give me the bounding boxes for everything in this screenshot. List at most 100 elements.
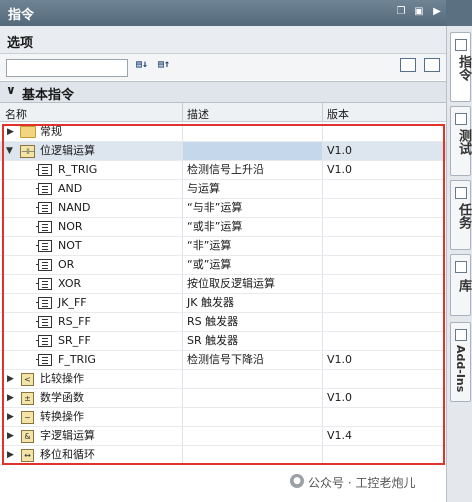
- tree-row-f-trig[interactable]: F_TRIG 检测信号下降沿 V1.0: [0, 351, 446, 370]
- row-version: [323, 180, 446, 198]
- tab-label: 指令: [456, 55, 471, 81]
- tree-row-general[interactable]: ▶ 常规: [0, 123, 446, 142]
- tab-label: 任务: [456, 203, 471, 229]
- tree-row-math[interactable]: ▶ ± 数学函数 V1.0: [0, 389, 446, 408]
- tree-row-and[interactable]: AND 与运算: [0, 180, 446, 199]
- row-version: [323, 332, 446, 350]
- right-bar-top: [446, 0, 472, 26]
- row-desc: 检测信号上升沿: [187, 163, 264, 176]
- col-version[interactable]: 版本: [327, 106, 349, 122]
- row-version: V1.0: [323, 142, 446, 160]
- expand-icon[interactable]: ▶: [7, 446, 14, 464]
- instruction-icon: [36, 297, 52, 309]
- row-version: [323, 313, 446, 331]
- row-name: RS_FF: [58, 315, 91, 328]
- expand-icon[interactable]: ▶: [7, 389, 14, 407]
- watermark-text: 公众号 · 工控老炮儿: [308, 476, 416, 490]
- row-name: AND: [58, 182, 83, 195]
- instruction-icon: [36, 278, 52, 290]
- row-desc: JK 触发器: [187, 296, 234, 309]
- tab-tasks[interactable]: 任务: [450, 180, 471, 250]
- tab-instructions[interactable]: 指令: [450, 32, 471, 102]
- view-detail-icon[interactable]: [424, 58, 440, 72]
- instruction-icon: [36, 164, 52, 176]
- instruction-icon: [36, 240, 52, 252]
- col-desc[interactable]: 描述: [187, 106, 209, 122]
- tree-row-nand[interactable]: NAND “与非”运算: [0, 199, 446, 218]
- tree-row-shift-rotate[interactable]: ▶ ↔ 移位和循环: [0, 446, 446, 465]
- col-divider[interactable]: [322, 103, 323, 122]
- row-version: V1.4: [327, 429, 353, 442]
- row-name: XOR: [58, 277, 82, 290]
- row-desc: [183, 427, 322, 445]
- row-desc: RS 触发器: [187, 315, 239, 328]
- tree-row-jk-ff[interactable]: JK_FF JK 触发器: [0, 294, 446, 313]
- instruction-icon: [36, 202, 52, 214]
- expand-icon[interactable]: ▶: [7, 123, 14, 141]
- row-desc: SR 触发器: [187, 334, 239, 347]
- tree-row-sr-ff[interactable]: SR_FF SR 触发器: [0, 332, 446, 351]
- search-up-icon[interactable]: ▤↑: [158, 59, 170, 75]
- row-version: [323, 294, 446, 312]
- row-desc: [183, 370, 322, 388]
- tree-row-bit-logic[interactable]: ▼ ⊣⊢ 位逻辑运算 V1.0: [0, 142, 446, 161]
- tree-row-xor[interactable]: XOR 按位取反逻辑运算: [0, 275, 446, 294]
- tab-addins[interactable]: Add-Ins: [450, 322, 471, 402]
- search-down-icon[interactable]: ▤↓: [136, 59, 148, 75]
- tab-label: Add-Ins: [454, 345, 467, 393]
- test-icon: [455, 113, 467, 125]
- instruction-icon: [36, 259, 52, 271]
- tree-row-or[interactable]: OR “或”运算: [0, 256, 446, 275]
- collapse-icon[interactable]: ▼: [6, 142, 13, 160]
- column-header: 名称 描述 版本: [0, 103, 446, 122]
- tree-row-nor[interactable]: NOR “或非”运算: [0, 218, 446, 237]
- tree-row-r-trig[interactable]: R_TRIG 检测信号上升沿 V1.0: [0, 161, 446, 180]
- row-name: NOT: [58, 239, 82, 252]
- word-logic-icon: &: [21, 430, 34, 443]
- options-toolbar: ▤↓ ▤↑: [0, 54, 446, 80]
- expand-icon[interactable]: ▶: [7, 408, 14, 426]
- section-title: 基本指令: [22, 88, 75, 103]
- row-name: SR_FF: [58, 334, 91, 347]
- search-input[interactable]: [6, 59, 128, 77]
- row-name: 比较操作: [40, 372, 84, 385]
- instruction-icon: [36, 354, 52, 366]
- restore-icon[interactable]: ❐: [394, 5, 408, 19]
- instruction-icon: [36, 183, 52, 195]
- row-name: 数学函数: [40, 391, 84, 404]
- instruction-icon: [36, 316, 52, 328]
- tab-label: 库: [456, 279, 471, 292]
- row-version: [323, 256, 446, 274]
- tab-test[interactable]: 测试: [450, 106, 471, 176]
- col-name[interactable]: 名称: [5, 106, 27, 122]
- tasks-icon: [455, 187, 467, 199]
- tree-row-not[interactable]: NOT “非”运算: [0, 237, 446, 256]
- collapse-right-icon[interactable]: ▶: [430, 5, 444, 19]
- row-name: JK_FF: [58, 296, 87, 309]
- row-desc: “或非”运算: [187, 220, 243, 233]
- tree-row-word-logic[interactable]: ▶ & 字逻辑运算 V1.4: [0, 427, 446, 446]
- view-list-icon[interactable]: [400, 58, 416, 72]
- panel-title-bar: 指令 ❐ ▣ ▶: [0, 0, 446, 26]
- row-name: NOR: [58, 220, 83, 233]
- tree-row-convert[interactable]: ▶ ~ 转换操作: [0, 408, 446, 427]
- expand-icon[interactable]: ▶: [7, 427, 14, 445]
- tree-row-compare[interactable]: ▶ < 比较操作: [0, 370, 446, 389]
- float-icon[interactable]: ▣: [412, 5, 426, 19]
- tab-library[interactable]: 库: [450, 254, 471, 316]
- row-desc: [183, 142, 322, 160]
- wechat-icon: ●: [290, 474, 304, 488]
- basic-instructions-header[interactable]: ∨ 基本指令: [0, 81, 446, 103]
- row-name: 字逻辑运算: [40, 429, 95, 442]
- math-icon: ±: [21, 392, 34, 405]
- row-name: NAND: [58, 201, 91, 214]
- expand-icon[interactable]: ▶: [7, 370, 14, 388]
- row-version: [323, 237, 446, 255]
- col-divider[interactable]: [182, 103, 183, 122]
- chevron-down-icon[interactable]: ∨: [6, 83, 16, 97]
- shift-icon: ↔: [21, 449, 34, 462]
- tree-row-rs-ff[interactable]: RS_FF RS 触发器: [0, 313, 446, 332]
- row-version: [323, 446, 446, 464]
- row-desc: 按位取反逻辑运算: [187, 277, 275, 290]
- row-version: [323, 370, 446, 388]
